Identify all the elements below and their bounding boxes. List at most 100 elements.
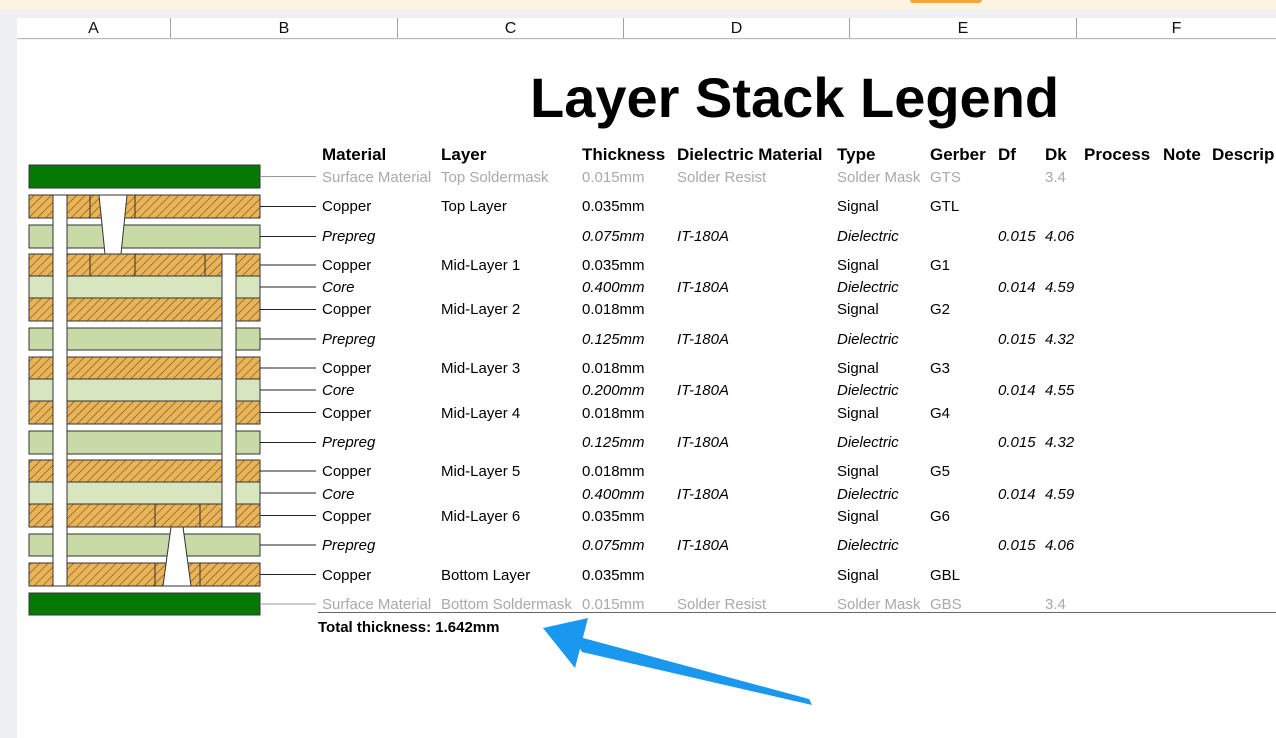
header-process: Process [1084,145,1151,164]
cell-layer: Top Soldermask [441,169,549,186]
cell-gerber: G6 [930,508,951,525]
cell-thickness: 0.018mm [582,405,645,422]
cell-type: Solder Mask [837,596,921,613]
cell-layer: Mid-Layer 5 [441,463,521,480]
cell-type: Signal [837,257,879,274]
page-title: Layer Stack Legend [530,66,1060,129]
cell-material: Core [322,486,355,503]
cell-thickness: 0.200mm [582,382,645,399]
soldermask-layer [28,164,261,189]
cell-thickness: 0.035mm [582,198,645,215]
cell-type: Dielectric [837,279,899,296]
cell-df: 0.015 [998,228,1036,245]
cell-type: Dielectric [837,537,899,554]
cell-material: Core [322,382,355,399]
cell-gerber: G1 [930,257,951,274]
cell-gerber: G2 [930,301,951,318]
cell-df: 0.014 [998,279,1036,296]
cell-thickness: 0.035mm [582,508,645,525]
cell-layer: Top Layer [441,198,507,215]
cell-material: Copper [322,198,372,215]
cell-type: Signal [837,301,879,318]
cell-type: Signal [837,567,879,584]
cell-thickness: 0.015mm [582,169,645,186]
cell-df: 0.014 [998,486,1036,503]
cell-gerber: G3 [930,360,951,377]
cell-dielectric: Solder Resist [677,596,767,613]
arrow-annotation [543,618,812,705]
header-type: Type [837,145,876,164]
cell-material: Prepreg [322,434,376,451]
cell-type: Dielectric [837,486,899,503]
cell-df: 0.015 [998,434,1036,451]
cell-layer: Mid-Layer 4 [441,405,521,422]
cell-thickness: 0.125mm [582,434,645,451]
cell-gerber: G5 [930,463,951,480]
cell-gerber: GBS [930,596,962,613]
cell-type: Signal [837,508,879,525]
cell-dielectric: Solder Resist [677,169,767,186]
cell-thickness: 0.015mm [582,596,645,613]
cell-dk: 4.55 [1045,382,1075,399]
header-dielectric-material: Dielectric Material [677,145,823,164]
cell-dielectric: IT-180A [677,434,729,451]
cell-type: Signal [837,405,879,422]
cell-thickness: 0.018mm [582,301,645,318]
cell-material: Prepreg [322,537,376,554]
cell-material: Copper [322,301,372,318]
header-description: Descrip [1212,145,1275,164]
header-df: Df [998,145,1016,164]
cell-dk: 3.4 [1045,169,1066,186]
cell-type: Dielectric [837,434,899,451]
total-thickness: Total thickness: 1.642mm [318,619,500,636]
cell-material: Copper [322,508,372,525]
cell-gerber: GBL [930,567,961,584]
cell-layer: Mid-Layer 2 [441,301,521,318]
cell-layer: Bottom Soldermask [441,596,572,613]
header-dk: Dk [1045,145,1067,164]
cell-material: Surface Material [322,596,432,613]
cell-material: Surface Material [322,169,432,186]
cell-layer: Mid-Layer 1 [441,257,521,274]
cell-thickness: 0.018mm [582,360,645,377]
cell-dk: 4.32 [1045,331,1075,348]
cell-gerber: GTL [930,198,960,215]
cell-gerber: GTS [930,169,961,186]
header-layer: Layer [441,145,487,164]
cell-layer: Mid-Layer 3 [441,360,521,377]
cell-df: 0.015 [998,537,1036,554]
cell-material: Prepreg [322,331,376,348]
cell-thickness: 0.035mm [582,257,645,274]
cell-dielectric: IT-180A [677,279,729,296]
cell-type: Dielectric [837,228,899,245]
cell-dk: 4.59 [1045,486,1075,503]
cell-dielectric: IT-180A [677,382,729,399]
cell-dielectric: IT-180A [677,486,729,503]
cell-type: Signal [837,198,879,215]
cell-material: Copper [322,463,372,480]
cell-material: Copper [322,257,372,274]
cell-dielectric: IT-180A [677,537,729,554]
header-thickness: Thickness [582,145,666,164]
soldermask-layer [28,592,261,616]
cell-material: Copper [322,405,372,422]
header-note: Note [1163,145,1201,164]
cell-dk: 4.06 [1045,228,1075,245]
cell-thickness: 0.018mm [582,463,645,480]
cell-type: Signal [837,360,879,377]
cell-material: Copper [322,360,372,377]
cell-dielectric: IT-180A [677,331,729,348]
cell-thickness: 0.125mm [582,331,645,348]
cell-dk: 4.32 [1045,434,1075,451]
cell-df: 0.015 [998,331,1036,348]
header-gerber: Gerber [930,145,986,164]
cell-dielectric: IT-180A [677,228,729,245]
cell-layer: Mid-Layer 6 [441,508,521,525]
cell-type: Signal [837,463,879,480]
cell-dk: 4.59 [1045,279,1075,296]
cell-thickness: 0.075mm [582,228,645,245]
cell-type: Dielectric [837,331,899,348]
cell-thickness: 0.400mm [582,486,645,503]
cell-df: 0.014 [998,382,1036,399]
cell-material: Core [322,279,355,296]
